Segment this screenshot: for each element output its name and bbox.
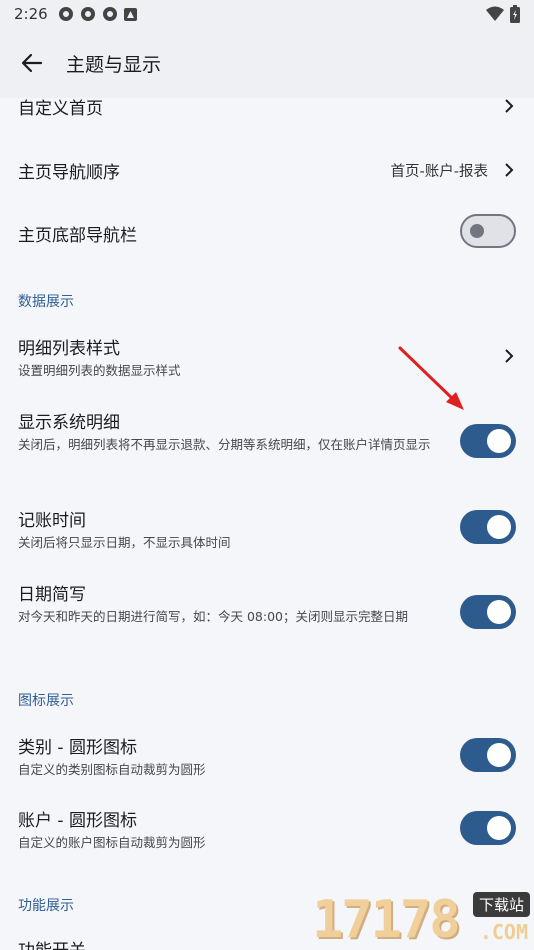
setting-subtitle: 自定义的账户图标自动裁剪为圆形 xyxy=(18,835,206,850)
setting-title: 类别 - 圆形图标 xyxy=(18,738,137,758)
setting-bottom-nav[interactable]: 主页底部导航栏 xyxy=(0,203,534,263)
section-header-icon-display: 图标展示 xyxy=(18,693,74,709)
setting-show-system-detail[interactable]: 显示系统明细 关闭后，明细列表将不再显示退款、分期等系统明细，仅在账户详情页显示 xyxy=(0,404,534,480)
watermark-suffix: .COM xyxy=(479,920,528,944)
status-notification-icons xyxy=(58,6,137,22)
battery-icon xyxy=(510,5,520,23)
setting-title: 记账时间 xyxy=(18,511,86,531)
setting-title: 日期简写 xyxy=(18,585,86,605)
app-bar: 主题与显示 xyxy=(0,28,534,98)
date-short-toggle[interactable] xyxy=(460,595,516,629)
notification-icon xyxy=(58,7,73,21)
app-notification-icon xyxy=(123,7,137,21)
watermark-digits: 17178 xyxy=(312,890,461,950)
setting-title: 明细列表样式 xyxy=(18,339,120,359)
setting-subtitle: 关闭后将只显示日期，不显示具体时间 xyxy=(18,535,231,550)
arrow-left-icon xyxy=(21,53,43,73)
page-title: 主题与显示 xyxy=(66,53,162,76)
site-watermark: 17178 下载站 .COM xyxy=(308,888,534,950)
setting-subtitle: 关闭后，明细列表将不再显示退款、分期等系统明细，仅在账户详情页显示 xyxy=(18,437,431,452)
setting-title: 自定义首页 xyxy=(18,99,103,119)
setting-subtitle: 对今天和昨天的日期进行简写，如：今天 08:00；关闭则显示完整日期 xyxy=(18,609,408,624)
category-round-icon-toggle[interactable] xyxy=(460,738,516,772)
chevron-right-icon xyxy=(505,349,514,363)
setting-booking-time[interactable]: 记账时间 关闭后将只显示日期，不显示具体时间 xyxy=(0,502,534,556)
account-round-icon-toggle[interactable] xyxy=(460,811,516,845)
chevron-right-icon xyxy=(505,163,514,177)
bottom-nav-toggle[interactable] xyxy=(460,214,516,248)
wifi-icon xyxy=(486,6,504,21)
setting-title: 显示系统明细 xyxy=(18,413,120,433)
section-header-feature-display: 功能展示 xyxy=(18,898,74,914)
notification-icon xyxy=(102,7,117,21)
setting-title: 主页底部导航栏 xyxy=(18,226,137,246)
setting-value: 首页-账户-报表 xyxy=(390,164,488,180)
status-time: 2:26 xyxy=(14,5,48,23)
setting-date-short[interactable]: 日期简写 对今天和昨天的日期进行简写，如：今天 08:00；关闭则显示完整日期 xyxy=(0,576,534,652)
section-header-data-display: 数据展示 xyxy=(18,294,74,310)
setting-nav-order[interactable]: 主页导航顺序 首页-账户-报表 xyxy=(0,140,534,200)
chevron-right-icon xyxy=(505,99,514,113)
notification-icon xyxy=(80,7,95,21)
setting-subtitle: 自定义的类别图标自动裁剪为圆形 xyxy=(18,762,206,777)
setting-account-round-icon[interactable]: 账户 - 圆形图标 自定义的账户图标自动裁剪为圆形 xyxy=(0,802,534,856)
watermark-badge: 下载站 xyxy=(472,892,530,917)
status-system-icons xyxy=(486,5,520,23)
setting-subtitle: 设置明细列表的数据显示样式 xyxy=(18,363,181,378)
setting-category-round-icon[interactable]: 类别 - 圆形图标 自定义的类别图标自动裁剪为圆形 xyxy=(0,729,534,783)
setting-title: 账户 - 圆形图标 xyxy=(18,811,137,831)
show-system-detail-toggle[interactable] xyxy=(460,424,516,458)
status-bar: 2:26 xyxy=(0,0,534,28)
annotation-arrow-icon xyxy=(398,346,464,410)
setting-title: 主页导航顺序 xyxy=(18,163,120,183)
booking-time-toggle[interactable] xyxy=(460,510,516,544)
setting-title: 功能开关 xyxy=(18,936,86,950)
setting-custom-home[interactable]: 自定义首页 xyxy=(0,98,534,128)
back-button[interactable] xyxy=(18,49,46,77)
